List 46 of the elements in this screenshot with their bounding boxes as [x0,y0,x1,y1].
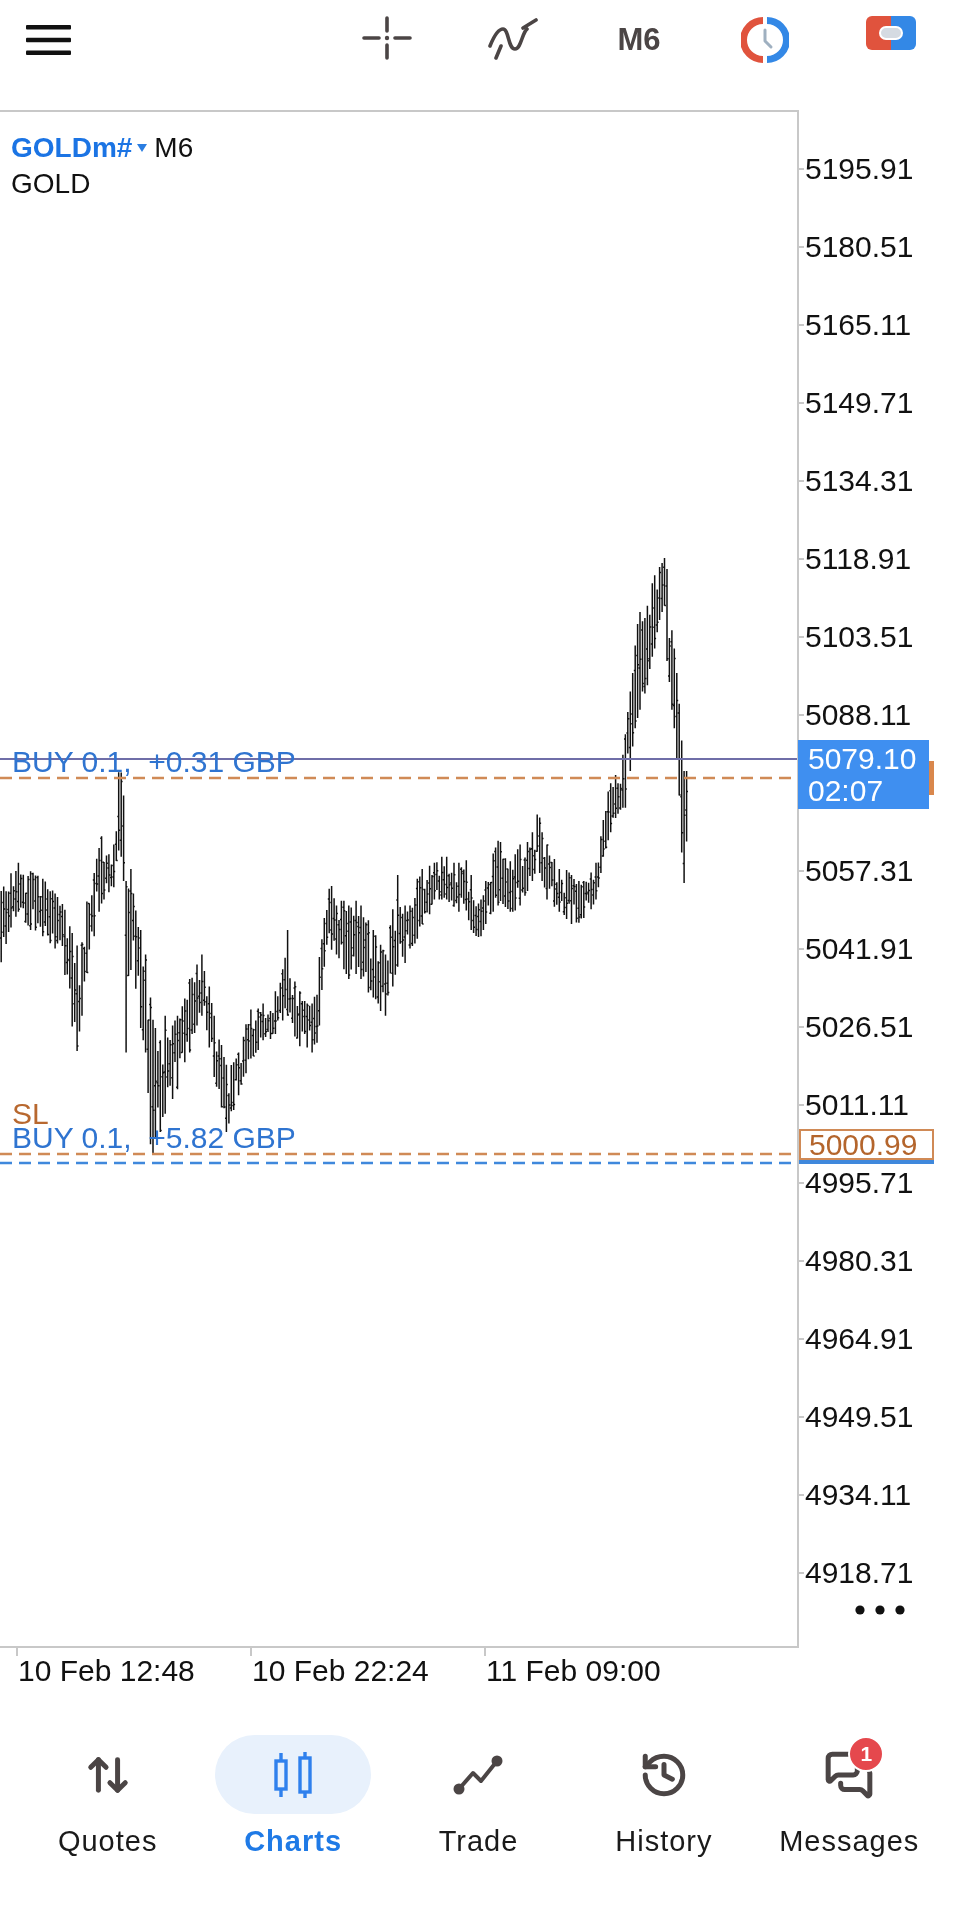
time-axis-label: 10 Feb 22:24 [252,1656,429,1686]
caret-icon[interactable] [137,144,148,152]
price-axis-label: 5134.31 [805,466,914,496]
symbol-selector[interactable]: GOLDm# [11,130,148,166]
timeframe-button[interactable]: M6 [617,16,661,64]
stop-loss-label: SL [12,1102,49,1126]
price-axis-label: 4934.11 [805,1480,912,1510]
price-axis-label: 5088.11 [805,700,912,730]
nav-tab[interactable]: Quotes [29,1735,186,1856]
time-axis-label: 11 Feb 09:00 [486,1656,661,1686]
time-axis-label: 10 Feb 12:48 [18,1656,195,1686]
price-axis-label: 5165.11 [805,310,912,340]
current-price: 5079.10 [808,742,918,775]
nav-tab[interactable]: 1 Messages [771,1735,928,1856]
menu-icon[interactable] [26,25,71,55]
candlestick-icon[interactable] [274,1751,313,1798]
price-axis-label: 5011.11 [805,1090,909,1120]
curve-icon[interactable] [487,16,539,60]
price-axis-label: 5180.51 [805,232,914,262]
nav-tab[interactable]: Charts [215,1735,372,1856]
chat-bubbles-icon[interactable] [824,1749,875,1800]
price-axis-label: 4949.51 [805,1402,914,1432]
more-icon[interactable] [855,1605,905,1615]
crosshair-icon[interactable] [362,16,412,60]
symbol-description: GOLD [11,167,92,201]
stop-loss-price-tag: 5000.99 [799,1129,934,1160]
line-chart-icon[interactable] [453,1754,504,1795]
price-axis-label: 4980.31 [805,1246,914,1276]
price-axis-label: 5103.51 [805,622,914,652]
price-axis-label: 5057.31 [805,856,914,886]
nav-tab[interactable]: History [585,1735,742,1856]
nav-tab[interactable]: Trade [400,1735,557,1856]
price-axis-label: 5195.91 [805,154,914,184]
price-axis-label: 5149.71 [805,388,914,418]
price-axis-label: 5041.91 [805,934,914,964]
bar-countdown: 02:07 [808,775,885,807]
clock-icon[interactable] [741,16,789,64]
price-axis-label: 5026.51 [805,1012,914,1042]
price-axis-label: 4995.71 [805,1168,914,1198]
price-axis-label: 4964.91 [805,1324,914,1354]
chart-timeframe: M6 [154,131,194,165]
price-axis-label: 5118.91 [805,544,912,574]
unread-badge: 1 [848,1735,885,1772]
toggle-icon[interactable] [866,16,916,50]
price-tag-edge [929,761,934,795]
price-axis-label: 4918.71 [805,1558,914,1588]
